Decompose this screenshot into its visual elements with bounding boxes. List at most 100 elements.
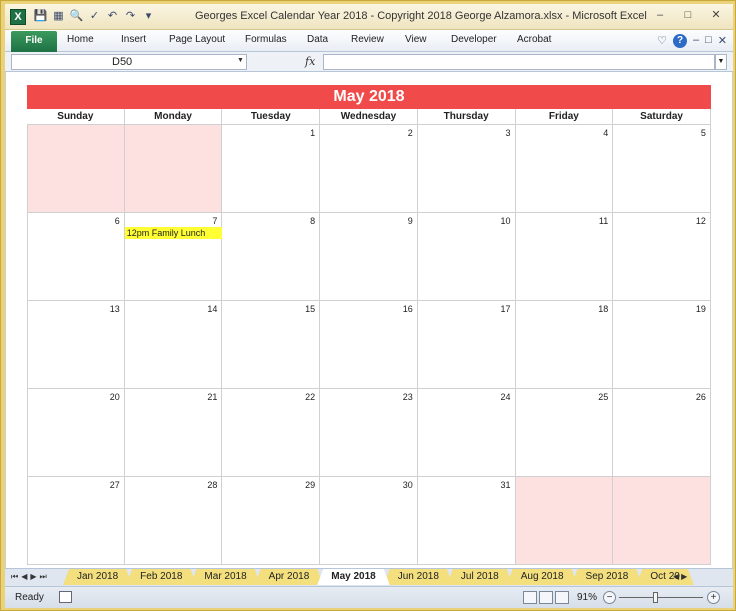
- tab-insert[interactable]: Insert: [121, 34, 146, 45]
- empty-day-cell[interactable]: [124, 125, 223, 212]
- zoom-slider-track[interactable]: [619, 597, 703, 598]
- day-cell[interactable]: 5: [613, 125, 711, 212]
- day-cell[interactable]: 20: [27, 389, 125, 476]
- normal-view-icon[interactable]: [523, 591, 537, 604]
- day-cell[interactable]: 13: [27, 301, 125, 388]
- sheet-tab[interactable]: Aug 2018: [507, 569, 578, 585]
- prev-sheet-icon[interactable]: ◀: [21, 572, 27, 582]
- zoom-slider-thumb[interactable]: [652, 592, 658, 603]
- calendar-event[interactable]: 12pm Family Lunch: [124, 227, 222, 239]
- day-number: 20: [109, 392, 120, 402]
- day-cell[interactable]: 4: [515, 125, 614, 212]
- day-cell[interactable]: 25: [515, 389, 614, 476]
- day-cell[interactable]: 2: [320, 125, 418, 212]
- day-cell[interactable]: 17: [417, 301, 516, 388]
- tab-formulas[interactable]: Formulas: [245, 34, 287, 45]
- insert-function-icon[interactable]: fx: [305, 55, 315, 68]
- page-layout-view-icon[interactable]: [539, 591, 553, 604]
- day-cell[interactable]: 24: [417, 389, 516, 476]
- print-preview-icon[interactable]: ▦: [51, 9, 66, 24]
- zoom-out-icon[interactable]: −: [603, 591, 616, 604]
- horizontal-scrollbar[interactable]: ◀ ▶: [673, 572, 729, 584]
- day-cell[interactable]: 12: [613, 213, 711, 300]
- title-bar: X 💾 ▦ 🔍 ✓ ↶ ↷ ▾ Georges Excel Calendar Year 20…: [5, 4, 733, 30]
- day-cell[interactable]: 16: [320, 301, 418, 388]
- tab-file[interactable]: File: [11, 31, 57, 52]
- scroll-right-icon[interactable]: ▶: [681, 572, 687, 584]
- excel-app-icon[interactable]: X: [10, 9, 26, 25]
- day-cell[interactable]: 10: [417, 213, 516, 300]
- month-title: May 2018: [27, 85, 711, 109]
- scroll-left-icon[interactable]: ◀: [673, 572, 679, 584]
- day-cell[interactable]: 8: [222, 213, 321, 300]
- day-cell[interactable]: 15: [222, 301, 321, 388]
- day-cell[interactable]: 6: [27, 213, 125, 300]
- empty-day-cell[interactable]: [515, 477, 614, 564]
- workbook-restore-icon[interactable]: □: [705, 34, 712, 48]
- day-cell[interactable]: 11: [515, 213, 614, 300]
- tab-developer[interactable]: Developer: [451, 34, 497, 45]
- tab-page-layout[interactable]: Page Layout: [169, 34, 225, 45]
- minimize-button[interactable]: –: [647, 8, 673, 24]
- undo-icon[interactable]: ↶: [105, 9, 120, 24]
- day-cell[interactable]: 14: [124, 301, 223, 388]
- empty-day-cell[interactable]: [27, 125, 125, 212]
- sheet-tab[interactable]: Jun 2018: [384, 569, 453, 585]
- last-sheet-icon[interactable]: ⏭: [40, 572, 47, 582]
- name-box-dropdown-icon[interactable]: ▼: [237, 57, 244, 64]
- expand-formula-bar-icon[interactable]: ▼: [715, 54, 727, 70]
- find-icon[interactable]: 🔍: [69, 9, 84, 24]
- day-cell[interactable]: 9: [320, 213, 418, 300]
- next-sheet-icon[interactable]: ▶: [30, 572, 36, 582]
- day-cell[interactable]: 26: [613, 389, 711, 476]
- sheet-tab[interactable]: Mar 2018: [190, 569, 260, 585]
- sheet-tab[interactable]: Apr 2018: [255, 569, 324, 585]
- help-icon[interactable]: ?: [673, 34, 687, 48]
- spelling-icon[interactable]: ✓: [87, 9, 102, 24]
- tab-data[interactable]: Data: [307, 34, 328, 45]
- tab-review[interactable]: Review: [351, 34, 384, 45]
- ribbon-minimize-icon[interactable]: ♡: [657, 34, 667, 48]
- maximize-button[interactable]: □: [675, 8, 701, 24]
- close-button[interactable]: ✕: [703, 8, 729, 24]
- status-text: Ready: [15, 592, 44, 603]
- formula-input[interactable]: [323, 54, 715, 70]
- sheet-tab[interactable]: Jul 2018: [447, 569, 513, 585]
- day-cell[interactable]: 29: [222, 477, 321, 564]
- tab-home[interactable]: Home: [67, 34, 94, 45]
- macro-record-icon[interactable]: [59, 591, 72, 603]
- day-cell[interactable]: 21: [124, 389, 223, 476]
- save-icon[interactable]: 💾: [33, 9, 48, 24]
- day-cell[interactable]: 22: [222, 389, 321, 476]
- day-cell[interactable]: 18: [515, 301, 614, 388]
- redo-icon[interactable]: ↷: [123, 9, 138, 24]
- day-cell[interactable]: 27: [27, 477, 125, 564]
- name-box[interactable]: D50: [11, 54, 247, 70]
- customize-icon[interactable]: ▾: [141, 9, 156, 24]
- sheet-tab[interactable]: Jan 2018: [63, 569, 132, 585]
- zoom-level[interactable]: 91%: [577, 592, 597, 603]
- sheet-tab[interactable]: Sep 2018: [572, 569, 643, 585]
- day-number: 30: [402, 480, 413, 490]
- workbook-minimize-icon[interactable]: –: [693, 34, 699, 48]
- day-cell[interactable]: 31: [417, 477, 516, 564]
- sheet-nav: ⏮ ◀ ▶ ⏭: [11, 572, 47, 582]
- day-number: 13: [109, 304, 120, 314]
- empty-day-cell[interactable]: [613, 477, 711, 564]
- day-cell[interactable]: 1: [222, 125, 321, 212]
- day-cell[interactable]: 23: [320, 389, 418, 476]
- day-cell[interactable]: 28: [124, 477, 223, 564]
- sheet-tab[interactable]: Feb 2018: [126, 569, 196, 585]
- worksheet[interactable]: May 2018 Sunday Monday Tuesday Wednesday Thu…: [5, 72, 733, 568]
- day-cell[interactable]: 3: [417, 125, 516, 212]
- zoom-in-icon[interactable]: +: [707, 591, 720, 604]
- day-cell[interactable]: 30: [320, 477, 418, 564]
- workbook-close-icon[interactable]: ✕: [718, 34, 727, 48]
- tab-view[interactable]: View: [405, 34, 427, 45]
- day-cell[interactable]: 19: [613, 301, 711, 388]
- tab-acrobat[interactable]: Acrobat: [517, 34, 551, 45]
- sheet-tab[interactable]: May 2018: [317, 569, 389, 585]
- first-sheet-icon[interactable]: ⏮: [11, 572, 18, 582]
- day-cell[interactable]: 7 12pm Family Lunch: [124, 213, 223, 300]
- page-break-view-icon[interactable]: [555, 591, 569, 604]
